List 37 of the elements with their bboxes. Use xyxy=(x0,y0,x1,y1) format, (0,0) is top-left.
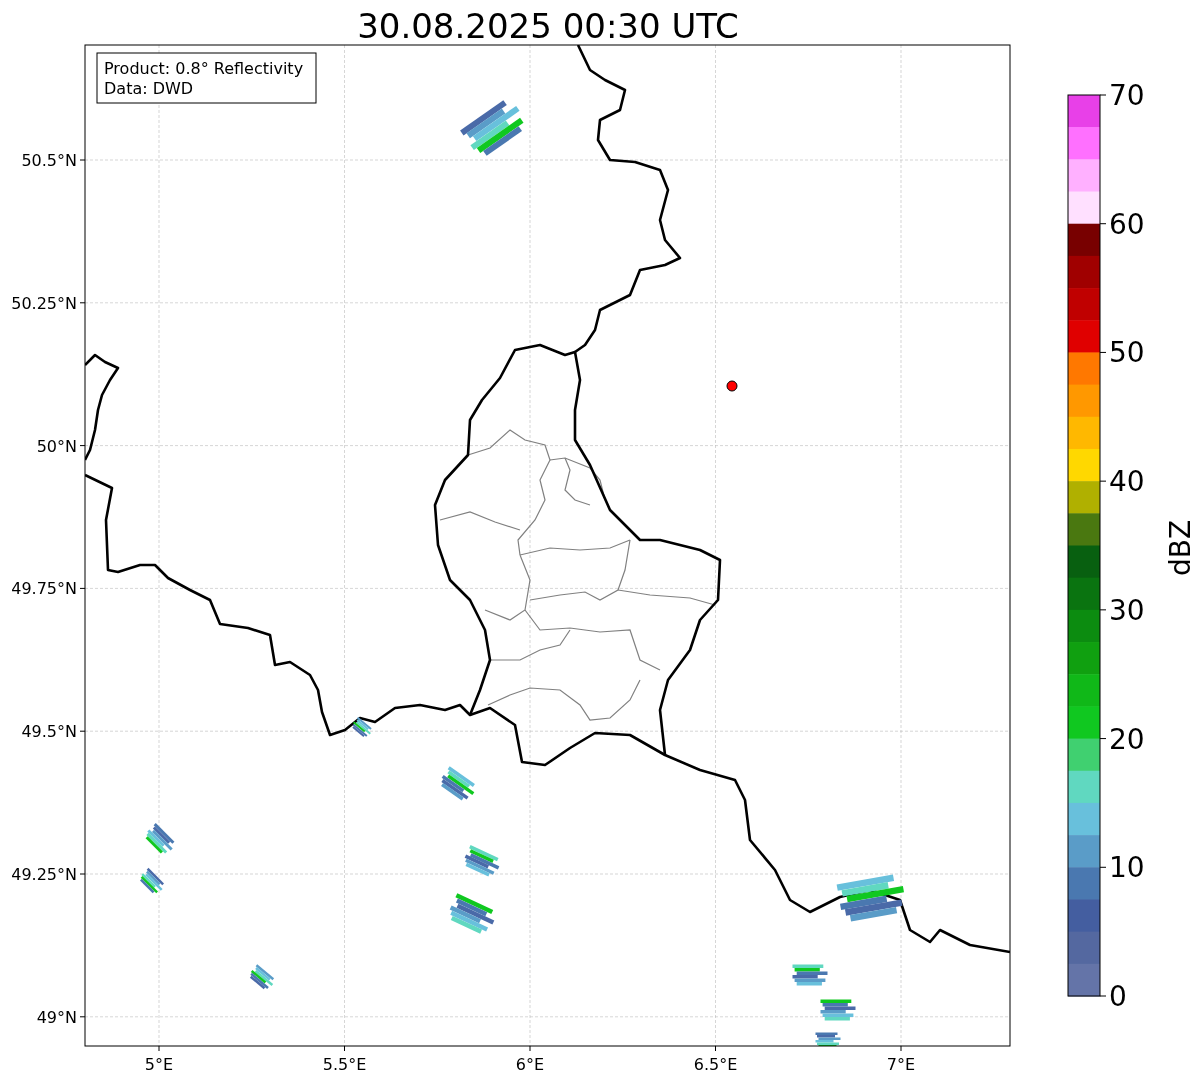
radar-echo xyxy=(836,874,904,922)
colorbar-label: dBZ xyxy=(1164,519,1197,577)
radar-echo xyxy=(792,964,828,986)
colorbar-tick-label: 30 xyxy=(1109,593,1145,627)
axis-tick-label: 7°E xyxy=(886,1055,916,1074)
colorbar-tick-label: 60 xyxy=(1109,207,1145,241)
radar-echo xyxy=(464,845,500,877)
info-text: Data: DWD xyxy=(104,79,194,98)
axis-tick-label: 49.5°N xyxy=(21,722,77,742)
radar-echo xyxy=(820,999,856,1021)
axis-tick-label: 5°E xyxy=(144,1055,174,1074)
axis-tick-label: 50.25°N xyxy=(11,293,77,313)
axis-tick-label: 49°N xyxy=(36,1007,77,1027)
colorbar-tick-label: 50 xyxy=(1109,336,1145,370)
radar-echo xyxy=(449,893,495,934)
radar-echo xyxy=(460,100,524,156)
radar-echo xyxy=(441,766,475,801)
axis-tick-label: 6.5°E xyxy=(693,1055,738,1074)
colorbar-tick-label: 10 xyxy=(1109,851,1145,885)
radar-echo xyxy=(145,823,175,854)
axis-tick-label: 5.5°E xyxy=(322,1055,367,1074)
info-text: Product: 0.8° Reflectivity xyxy=(104,59,304,78)
axis-tick-label: 49.75°N xyxy=(11,579,77,599)
station-marker xyxy=(726,380,738,392)
axis-tick-label: 50.5°N xyxy=(21,151,77,170)
radar-echo xyxy=(815,1032,841,1046)
colorbar-tick-label: 0 xyxy=(1109,980,1127,1013)
axis-tick-label: 6°E xyxy=(515,1055,545,1074)
radar-echo xyxy=(140,867,164,894)
radar-echo xyxy=(352,717,372,737)
radar-echo xyxy=(249,964,275,990)
axis-tick-label: 49.25°N xyxy=(11,865,77,884)
colorbar-tick-label: 70 xyxy=(1109,79,1145,112)
plot-title: 30.08.2025 00:30 UTC xyxy=(357,6,739,46)
colorbar-tick-label: 20 xyxy=(1109,722,1145,756)
colorbar-tick-label: 40 xyxy=(1109,465,1145,499)
axis-tick-label: 50°N xyxy=(36,436,77,456)
